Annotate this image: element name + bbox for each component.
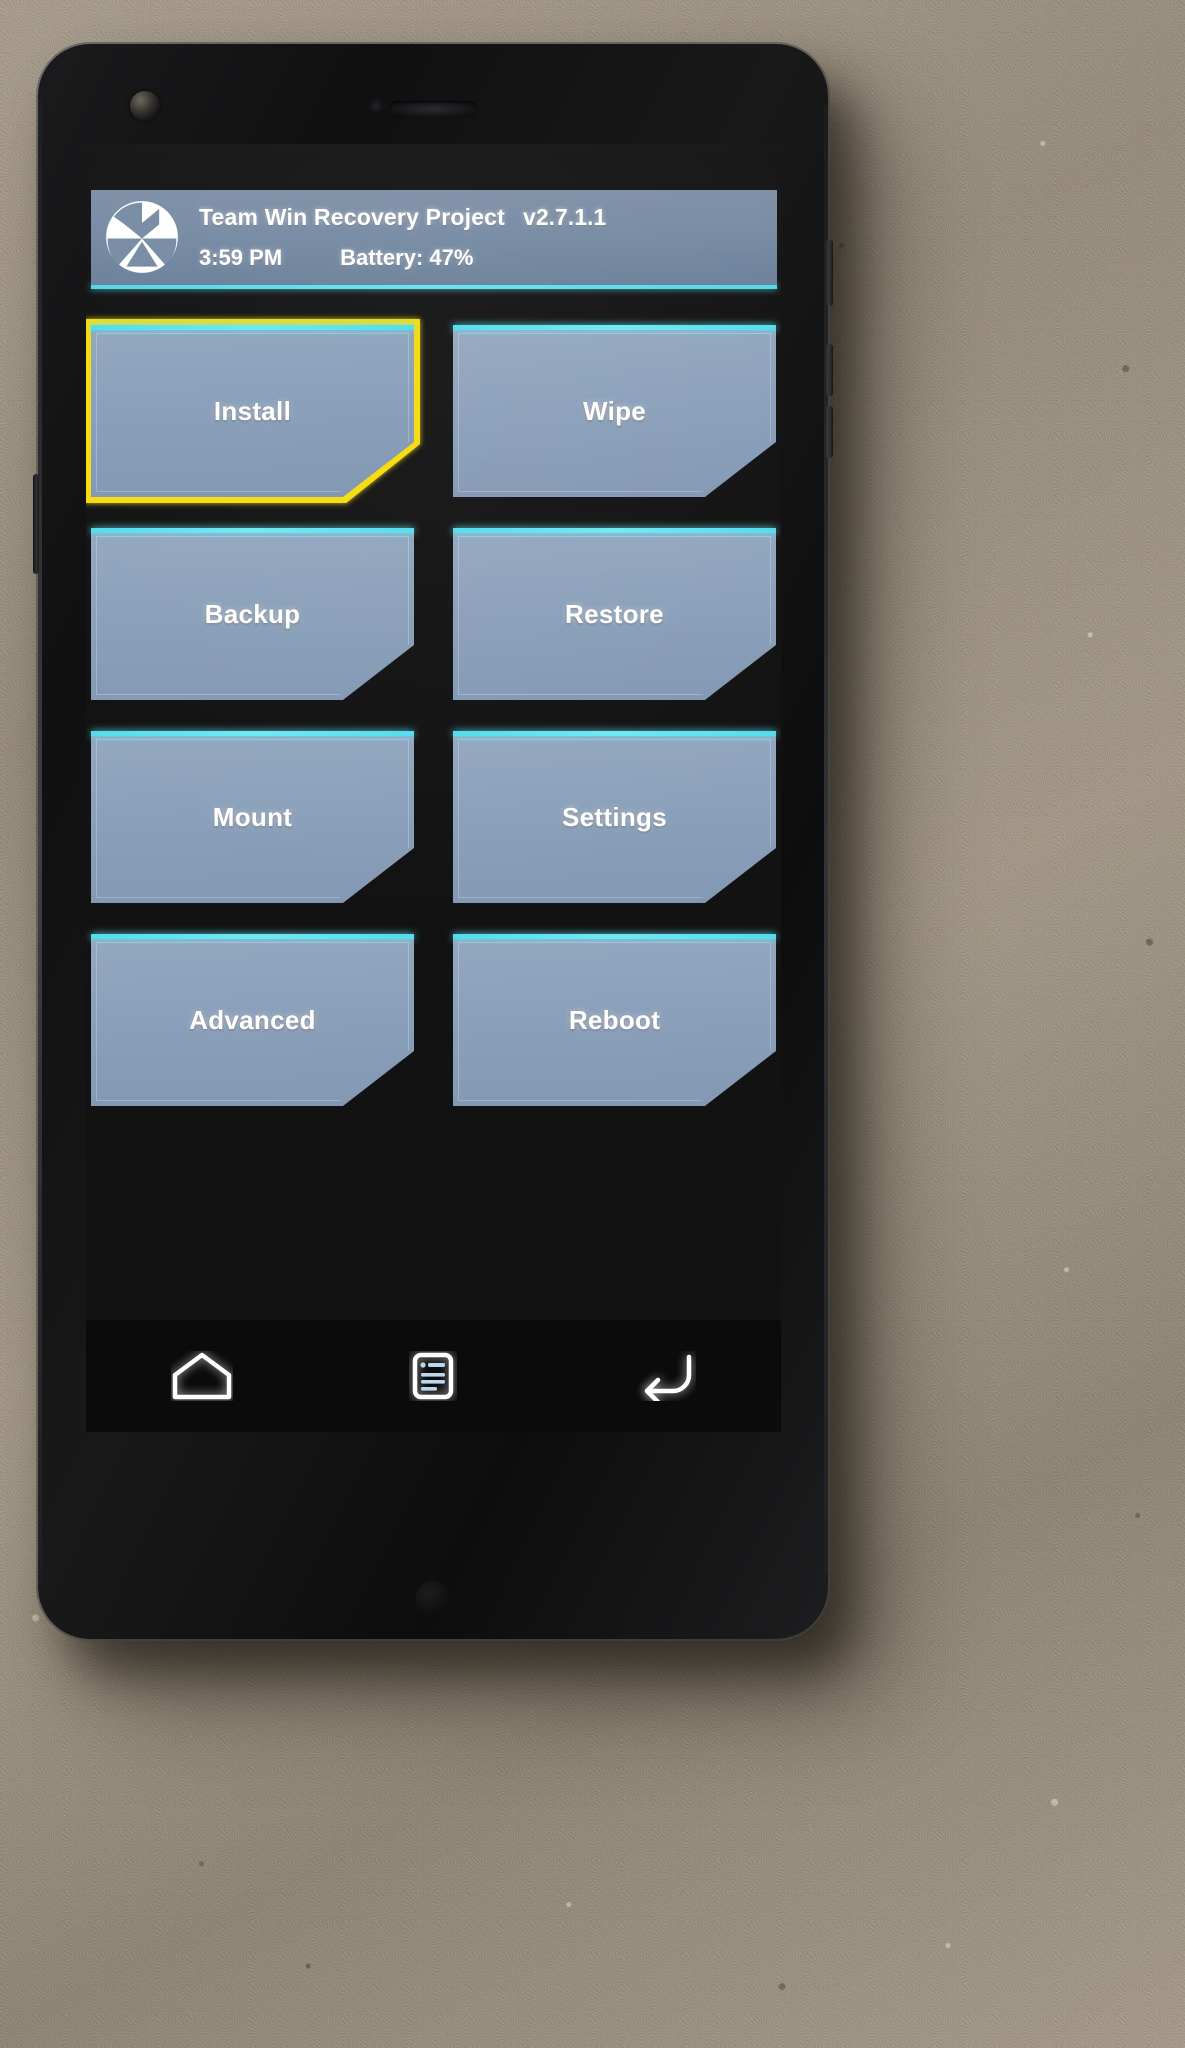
- menu-label-backup: Backup: [204, 598, 301, 629]
- battery-label: Battery: 47%: [340, 245, 474, 270]
- menu-button-wipe[interactable]: Wipe: [453, 325, 776, 497]
- earpiece-speaker: [389, 101, 477, 117]
- page-title: Team Win Recovery Project: [199, 204, 506, 230]
- proximity-sensor: [368, 98, 384, 114]
- menu-label-reboot: Reboot: [568, 1004, 661, 1035]
- power-button[interactable]: [826, 240, 833, 306]
- menu-label-settings: Settings: [562, 801, 667, 832]
- header-text-block: Team Win Recovery Project v2.7.1.1 3:59 …: [199, 198, 771, 281]
- menu-button-reboot[interactable]: Reboot: [453, 934, 776, 1106]
- microphone-port: [415, 1581, 451, 1617]
- menu-button-backup[interactable]: Backup: [91, 528, 414, 700]
- menu-label-advanced: Advanced: [189, 1004, 316, 1035]
- menu-label-wipe: Wipe: [582, 395, 647, 426]
- nav-home-button[interactable]: [154, 1340, 250, 1412]
- sim-tray: [33, 474, 39, 574]
- menu-button-mount[interactable]: Mount: [91, 731, 414, 903]
- home-icon: [172, 1352, 232, 1400]
- nav-recents-button[interactable]: [385, 1340, 481, 1412]
- twrp-logo-icon: [106, 201, 178, 273]
- nav-back-button[interactable]: [617, 1340, 713, 1412]
- back-icon: [644, 1354, 692, 1401]
- volume-down-button[interactable]: [826, 406, 833, 458]
- recents-icon: [413, 1352, 454, 1400]
- menu-label-restore: Restore: [565, 598, 664, 629]
- menu-button-settings[interactable]: Settings: [453, 731, 776, 903]
- twrp-header: Team Win Recovery Project v2.7.1.1 3:59 …: [91, 190, 777, 285]
- clock-label: 3:59 PM: [199, 245, 283, 270]
- photo-scene: Team Win Recovery Project v2.7.1.1 3:59 …: [0, 0, 1185, 2048]
- status-row: 3:59 PM Battery: 47%: [199, 245, 771, 271]
- menu-label-install: Install: [213, 395, 292, 426]
- title-row: Team Win Recovery Project v2.7.1.1: [199, 204, 771, 231]
- phone-device: Team Win Recovery Project v2.7.1.1 3:59 …: [33, 44, 833, 1639]
- android-navigation-bar: [86, 1320, 781, 1432]
- menu-button-advanced[interactable]: Advanced: [91, 934, 414, 1106]
- menu-button-restore[interactable]: Restore: [453, 528, 776, 700]
- volume-up-button[interactable]: [826, 344, 833, 396]
- menu-button-install[interactable]: Install: [86, 320, 419, 502]
- phone-screen: Team Win Recovery Project v2.7.1.1 3:59 …: [86, 144, 781, 1432]
- front-camera: [130, 91, 160, 121]
- main-menu-grid: Install Wipe Backup Restore Mount Settin…: [86, 320, 776, 1106]
- header-divider: [91, 285, 777, 289]
- version-label: v2.7.1.1: [523, 204, 607, 230]
- menu-label-mount: Mount: [212, 801, 293, 832]
